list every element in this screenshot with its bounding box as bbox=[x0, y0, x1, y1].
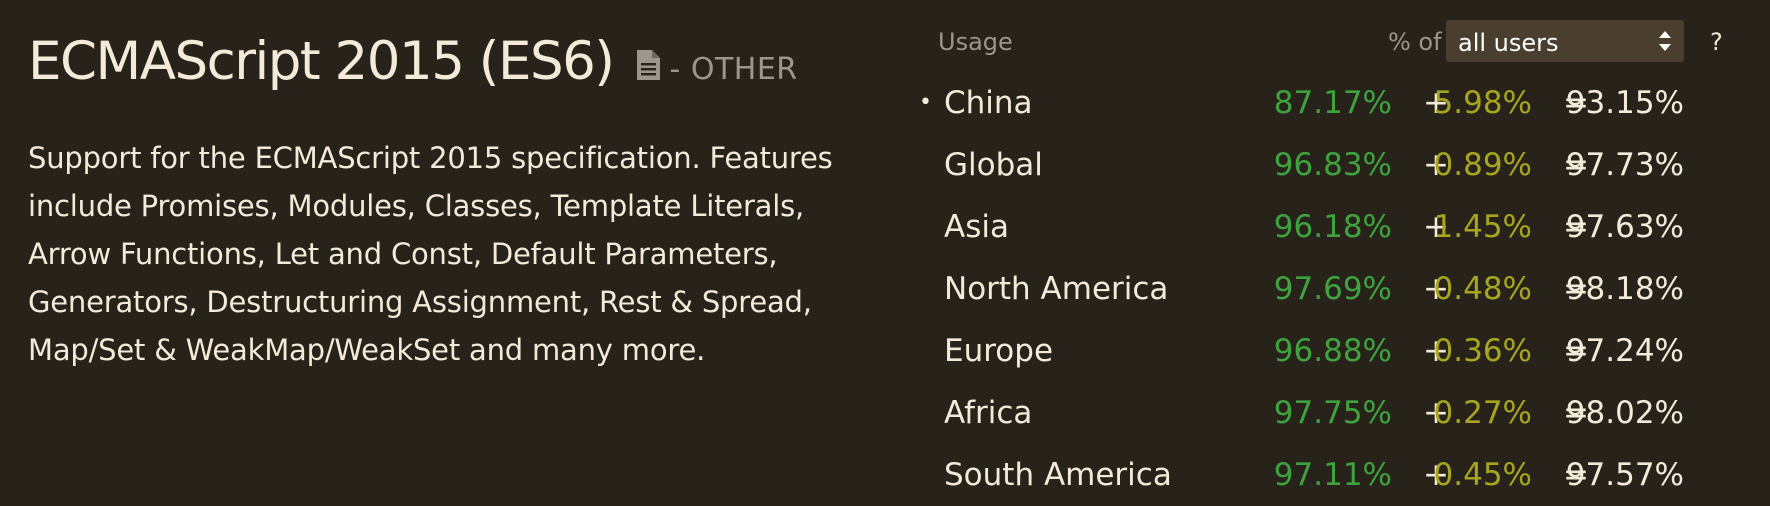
total-support-value: 98.18% bbox=[1565, 271, 1684, 307]
title-row: ECMAScript 2015 (ES6) - OTHER bbox=[28, 26, 908, 98]
usage-row-south-america[interactable]: South America 97.11% + 0.45% = 97.57% bbox=[910, 444, 1740, 506]
feature-panel: ECMAScript 2015 (ES6) - OTHER Support fo… bbox=[28, 26, 908, 374]
feature-description: Support for the ECMAScript 2015 specific… bbox=[28, 141, 833, 367]
usage-panel: Usage % of all users ? • China 87.17% + … bbox=[910, 18, 1740, 506]
total-support-value: 97.24% bbox=[1565, 333, 1684, 369]
region-name[interactable]: North America bbox=[944, 258, 1168, 320]
region-name[interactable]: Asia bbox=[944, 196, 1009, 258]
total-support-value: 98.02% bbox=[1565, 395, 1684, 431]
region-name[interactable]: Africa bbox=[944, 382, 1032, 444]
region-name[interactable]: Europe bbox=[944, 320, 1053, 382]
selected-bullet: • bbox=[919, 90, 932, 115]
partial-support-value: 0.36% bbox=[1433, 333, 1532, 369]
full-support-value: 97.69% bbox=[1273, 271, 1392, 307]
full-support-value: 97.75% bbox=[1273, 395, 1392, 431]
usage-row-asia[interactable]: Asia 96.18% + 1.45% = 97.63% bbox=[910, 196, 1740, 258]
partial-support-value: 0.27% bbox=[1433, 395, 1532, 431]
percent-of-label: % of bbox=[1388, 28, 1442, 56]
usage-row-africa[interactable]: Africa 97.75% + 0.27% = 98.02% bbox=[910, 382, 1740, 444]
region-name[interactable]: Global bbox=[944, 134, 1043, 196]
total-support-value: 97.63% bbox=[1565, 209, 1684, 245]
feature-title[interactable]: ECMAScript 2015 (ES6) bbox=[28, 26, 615, 98]
usage-row-china[interactable]: • China 87.17% + 5.98% = 93.15% bbox=[910, 72, 1740, 134]
region-name[interactable]: South America bbox=[944, 444, 1172, 506]
document-icon[interactable] bbox=[635, 49, 661, 81]
usage-table: • China 87.17% + 5.98% = 93.15% Global 9… bbox=[910, 72, 1740, 506]
total-support-value: 93.15% bbox=[1565, 85, 1684, 121]
status-label: - OTHER bbox=[669, 52, 798, 87]
help-link[interactable]: ? bbox=[1710, 28, 1723, 56]
usage-label: Usage bbox=[938, 28, 1013, 56]
total-support-value: 97.73% bbox=[1565, 147, 1684, 183]
usage-row-north-america[interactable]: North America 97.69% + 0.48% = 98.18% bbox=[910, 258, 1740, 320]
up-down-arrows-icon bbox=[1658, 30, 1672, 52]
full-support-value: 96.83% bbox=[1273, 147, 1392, 183]
region-name[interactable]: China bbox=[944, 72, 1033, 134]
partial-support-value: 5.98% bbox=[1433, 85, 1532, 121]
full-support-value: 97.11% bbox=[1273, 457, 1392, 493]
full-support-value: 96.88% bbox=[1273, 333, 1392, 369]
partial-support-value: 1.45% bbox=[1433, 209, 1532, 245]
usage-header: Usage % of all users ? bbox=[910, 18, 1740, 68]
full-support-value: 87.17% bbox=[1273, 85, 1392, 121]
partial-support-value: 0.89% bbox=[1433, 147, 1532, 183]
full-support-value: 96.18% bbox=[1273, 209, 1392, 245]
total-support-value: 97.57% bbox=[1565, 457, 1684, 493]
usage-row-global[interactable]: Global 96.83% + 0.89% = 97.73% bbox=[910, 134, 1740, 196]
partial-support-value: 0.45% bbox=[1433, 457, 1532, 493]
user-scope-select[interactable]: all users bbox=[1446, 20, 1684, 62]
usage-row-europe[interactable]: Europe 96.88% + 0.36% = 97.24% bbox=[910, 320, 1740, 382]
user-scope-select-value[interactable]: all users bbox=[1458, 29, 1559, 57]
partial-support-value: 0.48% bbox=[1433, 271, 1532, 307]
